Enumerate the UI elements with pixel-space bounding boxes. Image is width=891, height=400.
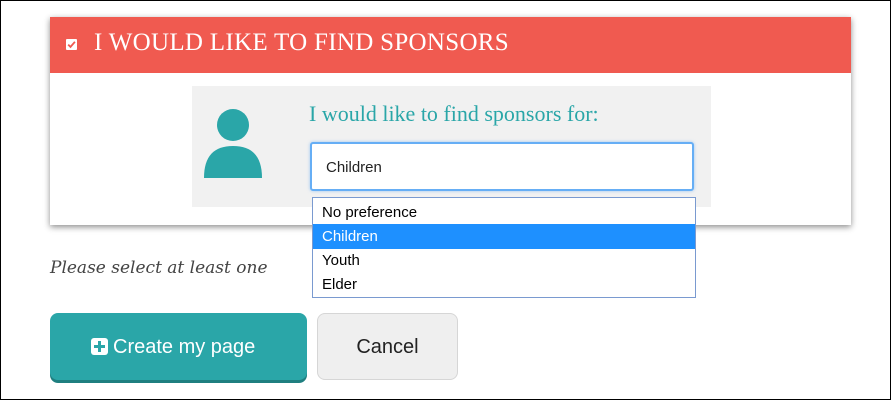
plus-square-icon (91, 338, 108, 355)
sponsor-panel: I would like to find sponsors for: Child… (192, 86, 711, 207)
create-page-label: Create my page (113, 336, 256, 358)
dropdown-option[interactable]: Youth (313, 248, 695, 273)
checkbox-checked-icon[interactable] (66, 39, 77, 50)
page-frame: I WOULD LIKE TO FIND SPONSORS I would li… (0, 0, 891, 400)
cancel-label: Cancel (356, 336, 419, 358)
select-dropdown: No preference Children Youth Elder (312, 197, 696, 298)
helper-text: Please select at least one (50, 258, 268, 278)
dropdown-option[interactable]: Elder (313, 272, 695, 297)
sponsor-prompt: I would like to find sponsors for: (309, 101, 599, 126)
create-page-button[interactable]: Create my page (50, 313, 307, 380)
dropdown-option[interactable]: No preference (313, 200, 695, 225)
card-header: I WOULD LIKE TO FIND SPONSORS (50, 17, 851, 73)
sponsor-card: I WOULD LIKE TO FIND SPONSORS I would li… (50, 17, 851, 225)
user-avatar-icon (202, 106, 264, 180)
select-value: Children (326, 159, 382, 176)
cancel-button[interactable]: Cancel (317, 313, 458, 380)
dropdown-option-selected[interactable]: Children (313, 224, 695, 249)
sponsor-type-select[interactable]: Children (310, 142, 694, 191)
card-title: I WOULD LIKE TO FIND SPONSORS (94, 29, 509, 56)
